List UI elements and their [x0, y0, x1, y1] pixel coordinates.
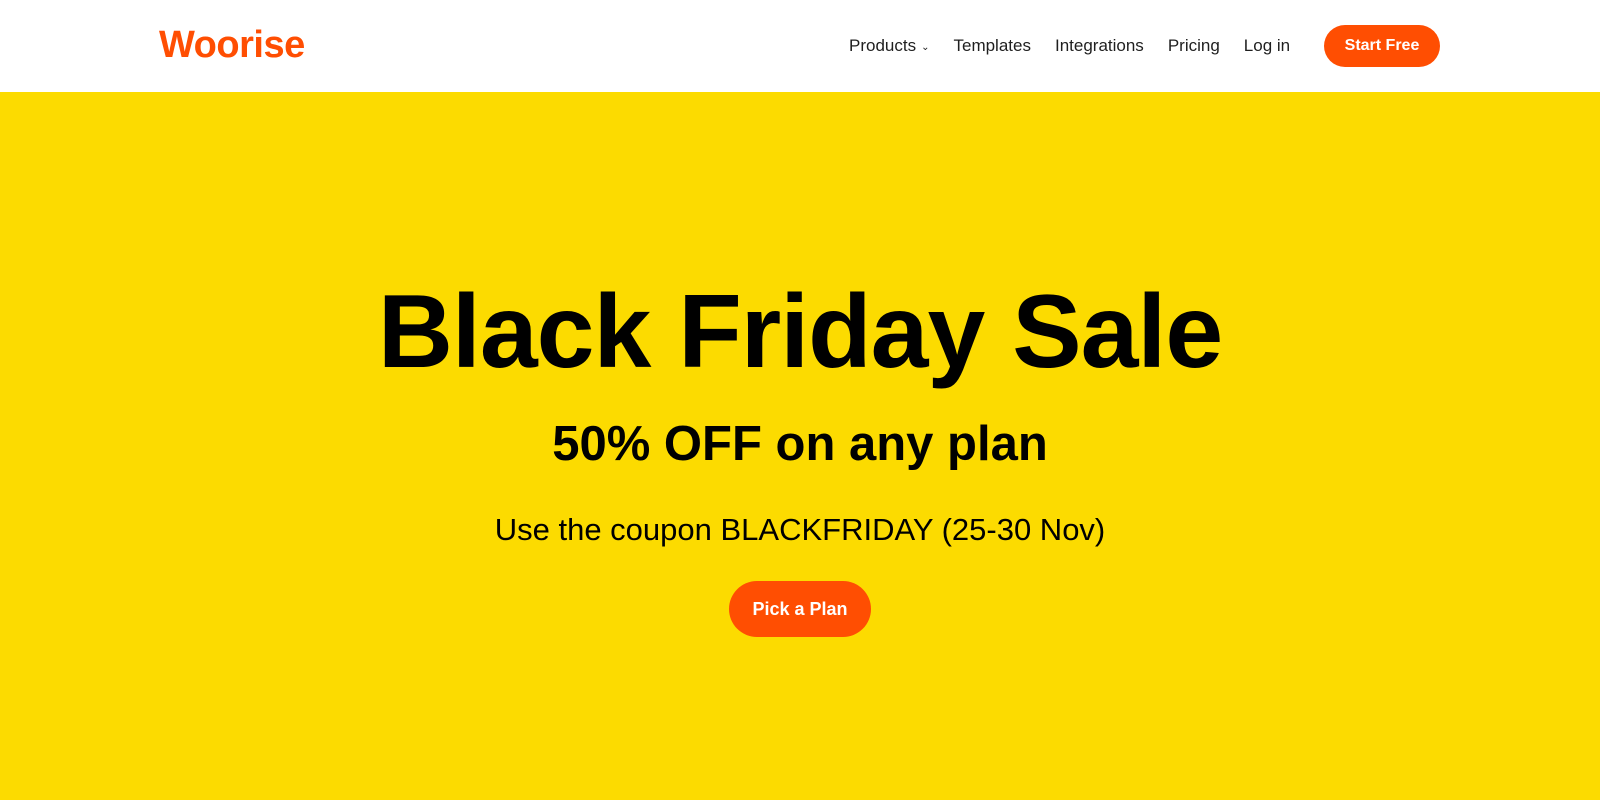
hero-subtitle: 50% OFF on any plan — [552, 417, 1048, 471]
black-friday-hero: Black Friday Sale 50% OFF on any plan Us… — [0, 92, 1600, 800]
nav-templates[interactable]: Templates — [953, 36, 1030, 56]
coupon-text: Use the coupon BLACKFRIDAY (25-30 Nov) — [494, 512, 1106, 547]
nav-pricing[interactable]: Pricing — [1168, 36, 1220, 56]
nav-products[interactable]: Products ⌄ — [849, 36, 929, 56]
pick-a-plan-button[interactable]: Pick a Plan — [729, 581, 871, 637]
nav-products-label: Products — [849, 36, 917, 55]
start-free-button[interactable]: Start Free — [1324, 25, 1440, 67]
chevron-down-icon: ⌄ — [921, 41, 930, 53]
hero-title: Black Friday Sale — [377, 274, 1223, 390]
nav-integrations[interactable]: Integrations — [1055, 36, 1144, 56]
woorise-logo[interactable]: Woorise — [159, 22, 305, 68]
main-nav: Products ⌄ Templates Integrations Pricin… — [849, 0, 1314, 92]
nav-login[interactable]: Log in — [1244, 36, 1290, 56]
site-header: Woorise Products ⌄ Templates Integration… — [0, 0, 1600, 92]
